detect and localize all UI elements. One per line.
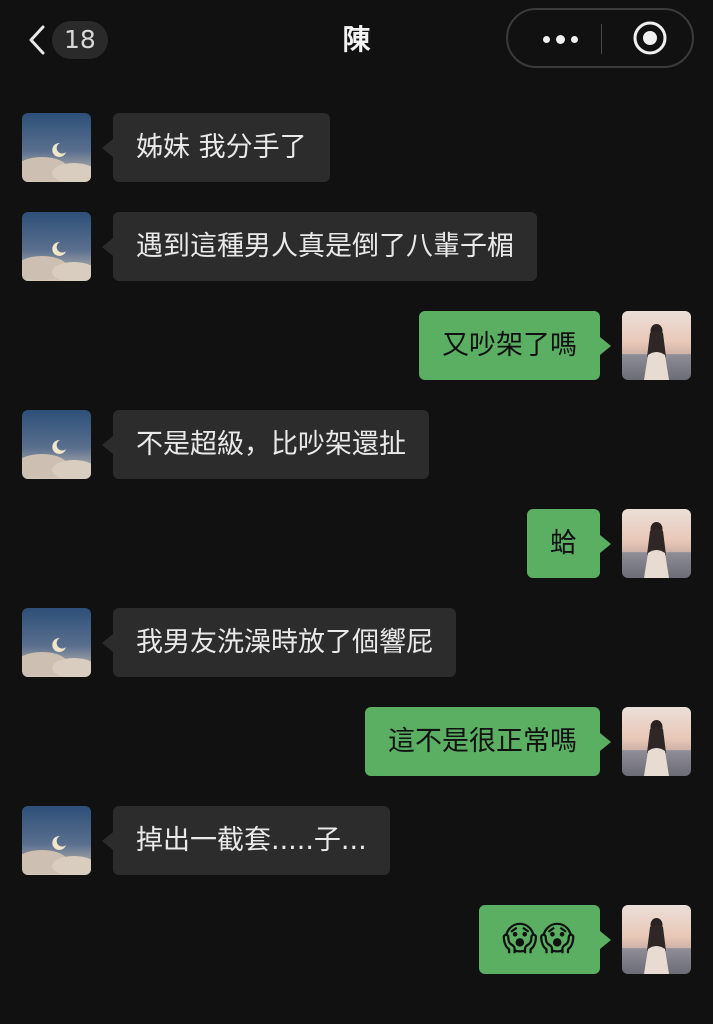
outgoing-message[interactable]: 這不是很正常嗎 — [365, 707, 611, 776]
my-avatar[interactable] — [622, 311, 691, 380]
incoming-message[interactable]: 不是超級，比吵架還扯 — [102, 410, 429, 479]
incoming-message[interactable]: 我男友洗澡時放了個響屁 — [102, 608, 456, 677]
contact-avatar[interactable] — [22, 410, 91, 479]
contact-avatar[interactable] — [22, 113, 91, 182]
outgoing-emoji-message[interactable]: 😱😱 — [479, 905, 611, 974]
contact-avatar[interactable] — [22, 806, 91, 875]
more-dots-icon — [542, 35, 550, 43]
incoming-message[interactable]: 姊妹 我分手了 — [102, 113, 330, 182]
my-avatar[interactable] — [622, 707, 691, 776]
my-avatar[interactable] — [622, 905, 691, 974]
more-button[interactable] — [532, 22, 588, 56]
menu-capsule — [506, 8, 694, 68]
target-close-icon[interactable] — [632, 20, 668, 56]
top-bar: 18 陳 — [0, 0, 713, 80]
incoming-message[interactable]: 掉出一截套.....子... — [102, 806, 390, 875]
capsule-divider — [601, 24, 602, 54]
more-dots-icon-center — [555, 34, 565, 44]
my-avatar[interactable] — [622, 509, 691, 578]
incoming-message[interactable]: 遇到這種男人真是倒了八輩子楣 — [102, 212, 537, 281]
contact-avatar[interactable] — [22, 608, 91, 677]
more-dots-icon-right — [570, 35, 578, 43]
contact-avatar[interactable] — [22, 212, 91, 281]
outgoing-message[interactable]: 蛤 — [527, 509, 611, 578]
outgoing-message[interactable]: 又吵架了嗎 — [419, 311, 611, 380]
